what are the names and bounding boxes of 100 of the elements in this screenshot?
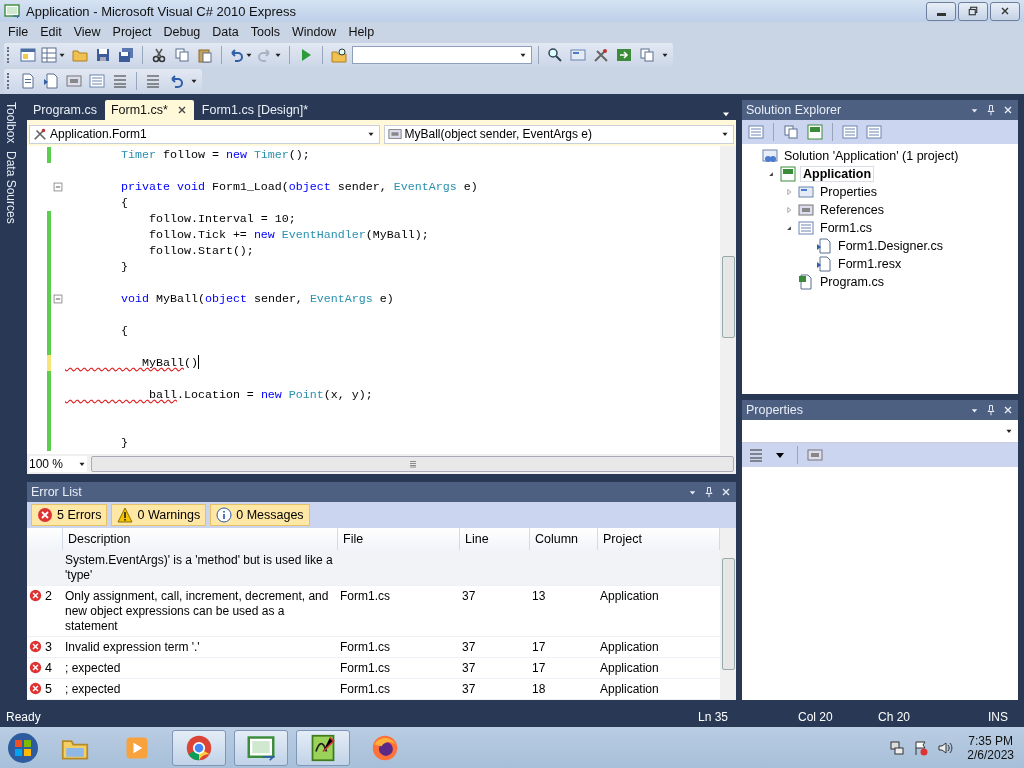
magnify-icon — [547, 47, 563, 63]
tree-item[interactable]: Form1.cs — [818, 221, 875, 235]
properties-button[interactable] — [746, 122, 766, 142]
column-header[interactable]: Description — [63, 528, 338, 550]
close-button[interactable] — [990, 1, 1020, 21]
close-icon — [720, 486, 732, 498]
menu-item[interactable]: Project — [106, 25, 158, 39]
column-header[interactable]: Line — [460, 528, 530, 550]
horizontal-scrollbar[interactable] — [91, 456, 734, 472]
vertical-scrollbar[interactable] — [720, 146, 736, 454]
tree-item[interactable]: Program.cs — [818, 275, 886, 289]
message-icon — [216, 507, 233, 523]
code-line: MyBall() — [140, 355, 198, 371]
side-tab[interactable]: Data Sources — [4, 149, 18, 227]
column-indicator: Col 20 — [798, 709, 834, 724]
properties-icon — [798, 184, 814, 200]
code-line: { — [119, 323, 128, 339]
save-all-button[interactable] — [116, 45, 136, 65]
error-icon — [29, 640, 42, 653]
menu-item[interactable]: Window — [285, 25, 343, 39]
member-combo[interactable]: MyBall(object sender, EventArgs e) — [383, 124, 734, 144]
start-button[interactable] — [6, 730, 40, 765]
zoom-combo[interactable]: 100 % — [29, 456, 87, 472]
row-number: 3 — [45, 640, 52, 654]
description-cell-text: ; expected — [64, 681, 122, 698]
taskbar-app[interactable] — [234, 729, 288, 766]
complete-word-button[interactable] — [87, 71, 107, 91]
subfile-icon — [816, 256, 832, 272]
tree-item[interactable]: Application — [800, 166, 875, 182]
parameter-info-button[interactable] — [41, 71, 61, 91]
tree-item[interactable]: Solution 'Application' (1 project) — [782, 149, 961, 163]
window-title: Application - Microsoft Visual C# 2010 Express — [26, 3, 297, 19]
refresh-button[interactable] — [805, 122, 825, 142]
filter-button[interactable]: 0 Warnings — [111, 504, 207, 526]
description-cell-text: ; expected — [64, 660, 122, 677]
subfile-icon — [816, 238, 832, 254]
add-item-button[interactable] — [41, 45, 67, 65]
status-message: Ready — [6, 709, 42, 724]
filter-button[interactable]: 0 Messages — [210, 504, 310, 526]
menu-item[interactable]: View — [67, 25, 107, 39]
project-cell: Application — [600, 682, 659, 696]
project-cell: Application — [600, 589, 659, 603]
document-tab[interactable]: Form1.cs [Design]* — [195, 100, 315, 120]
windows-button[interactable] — [637, 45, 657, 65]
error-icon — [37, 507, 53, 523]
code-line: void MyBall(object sender, EventArgs e) — [119, 291, 394, 307]
error-row[interactable]: 3 Invalid expression term '.' Form1.cs 37 17 Application — [27, 637, 720, 658]
filter-button[interactable]: 5 Errors — [31, 504, 108, 526]
error-row[interactable]: 5 ; expected Form1.cs 37 18 Application — [27, 679, 720, 700]
tree-item[interactable]: References — [818, 203, 886, 217]
error-row[interactable]: 2 Only assignment, call, increment, decrement, and new object expressions can be used as a statement Form1.cs 37 13 Application — [27, 586, 720, 637]
document-tab[interactable]: Form1.cs* — [104, 100, 194, 120]
form-icon — [798, 220, 814, 236]
menu-item[interactable]: Tools — [244, 25, 286, 39]
view-designer-button[interactable] — [864, 122, 884, 142]
lines-icon — [145, 73, 161, 89]
line-cell: 37 — [462, 682, 476, 696]
line-indicator: Ln 35 — [698, 709, 730, 724]
subfile-icon — [43, 73, 59, 89]
references-icon — [66, 73, 82, 89]
show-all-files-button[interactable] — [781, 122, 801, 142]
side-tab[interactable]: Toolbox — [4, 100, 18, 146]
find-in-files-button[interactable] — [329, 45, 349, 65]
document-tab[interactable]: Program.cs — [27, 100, 103, 120]
windows-logo-icon — [7, 731, 39, 764]
error-row[interactable]: 4 ; expected Form1.cs 37 17 Application — [27, 658, 720, 679]
column-header[interactable]: Project — [598, 528, 720, 550]
menu-item[interactable]: Help — [342, 25, 381, 39]
column-header[interactable]: File — [338, 528, 460, 550]
taskbar-app[interactable] — [296, 729, 350, 766]
restore-button[interactable] — [958, 1, 988, 21]
network-icon — [889, 739, 906, 756]
folder-icon — [72, 47, 88, 63]
form-icon — [89, 73, 105, 89]
tree-item[interactable]: Form1.Designer.cs — [836, 239, 945, 253]
insert-mode: INS — [988, 709, 1009, 724]
char-indicator: Ch 20 — [878, 709, 912, 724]
form-icon — [748, 124, 764, 140]
column-cell: 18 — [532, 682, 546, 696]
menu-item[interactable]: File — [2, 25, 35, 39]
column-cell: 17 — [532, 640, 546, 654]
view-code-button[interactable] — [840, 122, 860, 142]
type-combo[interactable]: Application.Form1 — [29, 124, 380, 144]
panel-title: Solution Explorer — [746, 103, 842, 117]
tree-item[interactable]: Form1.resx — [836, 257, 904, 271]
menu-item[interactable]: Debug — [157, 25, 207, 39]
clock[interactable]: 7:35 PM 2/6/2023 — [967, 733, 1014, 762]
tree-item[interactable]: Properties — [818, 185, 879, 199]
code-line: follow.Interval = 10; — [147, 211, 296, 227]
description-cell-text: Only assignment, call, increment, decrement, and new object expressions can be used as a statement — [64, 588, 330, 635]
error-icon — [29, 589, 42, 602]
column-header[interactable]: Column — [530, 528, 598, 550]
menu-item[interactable]: Data — [206, 25, 245, 39]
new-project-button[interactable] — [18, 45, 38, 65]
vertical-scrollbar[interactable] — [720, 528, 736, 700]
file-cell: Form1.cs — [340, 640, 390, 654]
speaker-icon — [937, 739, 954, 756]
minimize-button[interactable] — [926, 1, 956, 21]
menu-item[interactable]: Edit — [34, 25, 68, 39]
search-combo[interactable] — [352, 46, 532, 64]
